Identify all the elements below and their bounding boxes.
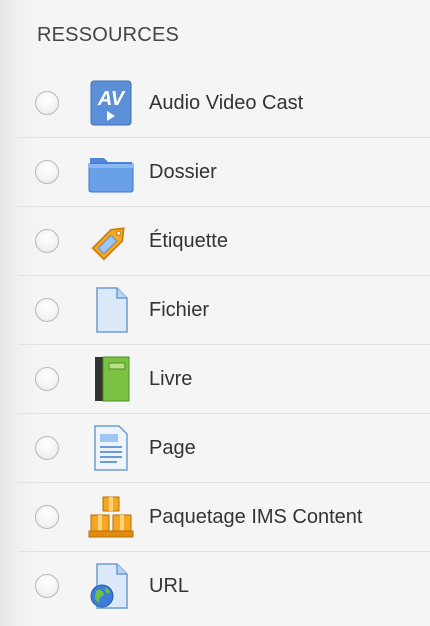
item-label: Étiquette — [149, 230, 228, 252]
audio-video-cast-icon: AV — [87, 79, 135, 127]
list-item-paquetage-ims-content[interactable]: Paquetage IMS Content — [18, 483, 430, 552]
section-title: RESSOURCES — [37, 24, 180, 46]
radio-button[interactable] — [35, 91, 59, 115]
item-label: Page — [149, 437, 196, 459]
radio-button[interactable] — [35, 367, 59, 391]
item-label: Fichier — [149, 299, 210, 321]
ims-package-icon — [87, 493, 135, 541]
page-icon — [87, 424, 135, 472]
file-icon — [87, 286, 135, 334]
url-globe-icon — [87, 562, 135, 610]
svg-text:AV: AV — [97, 88, 126, 110]
list-item-dossier[interactable]: Dossier — [18, 138, 430, 207]
radio-button[interactable] — [35, 229, 59, 253]
list-item-livre[interactable]: Livre — [18, 345, 430, 414]
radio-button[interactable] — [35, 160, 59, 184]
resources-panel: RESSOURCES AV Audio Video Cast Dossier É… — [0, 0, 430, 626]
item-label: Paquetage IMS Content — [149, 506, 363, 528]
item-label: Livre — [149, 368, 193, 390]
list-item-fichier[interactable]: Fichier — [18, 276, 430, 345]
item-label: URL — [149, 575, 190, 597]
radio-button[interactable] — [35, 505, 59, 529]
book-icon — [87, 355, 135, 403]
radio-button[interactable] — [35, 298, 59, 322]
radio-button[interactable] — [35, 574, 59, 598]
label-tag-icon — [87, 217, 135, 265]
list-item-page[interactable]: Page — [18, 414, 430, 483]
list-item-audio-video-cast[interactable]: AV Audio Video Cast — [18, 69, 430, 138]
radio-button[interactable] — [35, 436, 59, 460]
item-label: Dossier — [149, 161, 217, 183]
resource-list: AV Audio Video Cast Dossier Étiquette Fi… — [18, 69, 430, 621]
list-item-etiquette[interactable]: Étiquette — [18, 207, 430, 276]
folder-icon — [87, 148, 135, 196]
list-item-url[interactable]: URL — [18, 552, 430, 621]
item-label: Audio Video Cast — [149, 92, 304, 114]
